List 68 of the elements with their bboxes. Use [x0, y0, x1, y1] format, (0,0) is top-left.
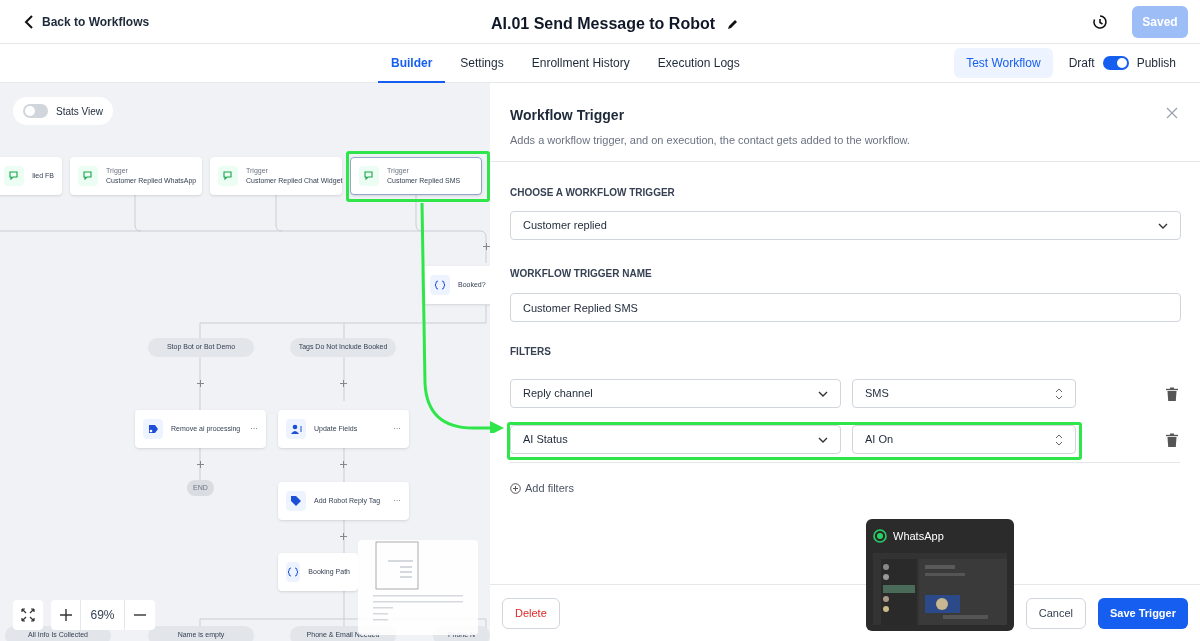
select-value: Customer replied: [523, 218, 607, 234]
tag-icon: [286, 491, 306, 511]
tab[interactable]: Settings: [447, 44, 517, 83]
draft-label: Draft: [1068, 55, 1095, 72]
trigger-select[interactable]: Customer replied: [510, 211, 1181, 240]
cancel-button[interactable]: Cancel: [1025, 597, 1086, 629]
tab[interactable]: Enrollment History: [518, 44, 643, 83]
delete-button[interactable]: Delete: [502, 597, 560, 629]
panel-title: Workflow Trigger: [510, 106, 625, 125]
select-value: AI Status: [523, 432, 568, 448]
section-label: WORKFLOW TRIGGER NAME: [510, 267, 653, 278]
panel-subtitle: Adds a workflow trigger, and on execution, the contact gets added to the workflow.: [510, 133, 911, 148]
sort-icon: [1055, 433, 1063, 446]
stats-view-toggle[interactable]: Stats View: [13, 97, 114, 125]
edit-icon[interactable]: [727, 18, 740, 30]
filter-value-select[interactable]: AI On: [852, 425, 1076, 454]
section-label: FILTERS: [510, 345, 552, 356]
filter-field-select[interactable]: Reply channel: [510, 379, 841, 408]
save-trigger-button[interactable]: Save Trigger: [1097, 597, 1188, 629]
fit-screen-button[interactable]: [13, 600, 43, 630]
filter-field-select[interactable]: AI Status: [510, 425, 841, 454]
trigger-name-input[interactable]: Customer Replied SMS: [510, 293, 1181, 322]
tab[interactable]: Execution Logs: [644, 44, 753, 83]
window-preview[interactable]: WhatsApp: [866, 519, 1014, 631]
history-icon[interactable]: [1092, 13, 1108, 30]
filter-value-select[interactable]: SMS: [852, 379, 1076, 408]
more-menu[interactable]: ···: [393, 495, 401, 507]
trash-icon[interactable]: [1166, 386, 1178, 401]
plus-icon: [59, 609, 72, 621]
add-step-icon[interactable]: [340, 533, 347, 540]
stats-view-label: Stats View: [56, 104, 104, 119]
stats-switch[interactable]: [23, 104, 48, 118]
preview-title: WhatsApp: [893, 528, 944, 544]
chevron-down-icon: [818, 436, 828, 443]
chat-icon: [218, 166, 238, 186]
select-value: SMS: [865, 386, 889, 402]
add-step-icon[interactable]: [197, 380, 204, 387]
chevron-left-icon: [24, 13, 34, 30]
workflow-title: AI.01 Send Message to Robot: [491, 14, 716, 34]
add-step-icon[interactable]: [197, 461, 204, 468]
publish-switch[interactable]: [1102, 56, 1129, 70]
chat-icon: [78, 166, 98, 186]
chat-icon: [4, 166, 25, 186]
chevron-down-icon: [1158, 222, 1168, 229]
expand-icon: [21, 608, 35, 622]
add-step-icon[interactable]: [340, 461, 347, 468]
add-step-icon[interactable]: [483, 243, 490, 250]
user-icon: [286, 419, 306, 439]
publish-label: Publish: [1136, 55, 1176, 72]
select-value: AI On: [865, 432, 894, 448]
zoom-level: 69%: [81, 600, 125, 630]
chat-app-icon: [873, 529, 887, 543]
sort-icon: [1055, 387, 1063, 400]
add-step-icon[interactable]: [340, 380, 347, 387]
braces-icon: [286, 562, 301, 582]
trash-icon[interactable]: [1166, 432, 1178, 447]
braces-icon: [430, 275, 450, 295]
test-workflow-button[interactable]: Test Workflow: [954, 48, 1053, 78]
chevron-down-icon: [818, 390, 828, 397]
close-icon[interactable]: [1166, 107, 1178, 119]
back-link[interactable]: Back to Workflows: [24, 12, 150, 31]
section-label: CHOOSE A WORKFLOW TRIGGER: [510, 186, 676, 197]
add-filters-link[interactable]: Add filters: [510, 480, 574, 497]
more-menu[interactable]: ···: [250, 423, 258, 435]
more-menu[interactable]: ···: [393, 423, 401, 435]
plus-circle-icon: [510, 482, 521, 494]
select-value: Reply channel: [523, 386, 593, 402]
chat-icon: [359, 166, 379, 186]
